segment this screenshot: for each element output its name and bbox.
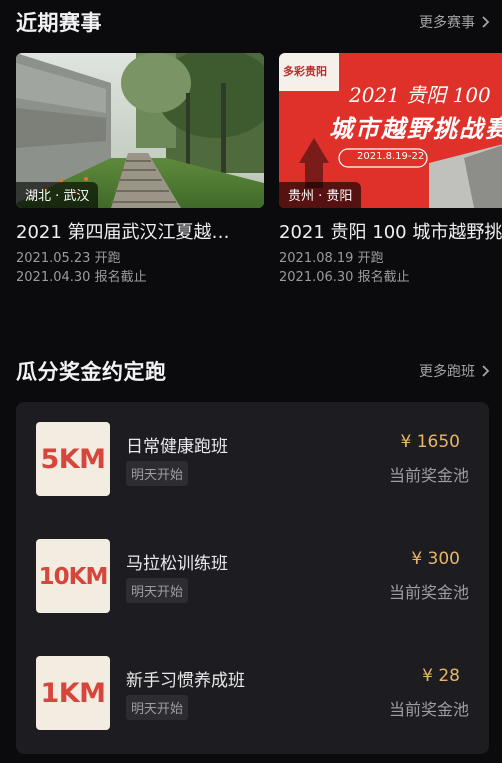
prize-amount: ¥ 28 — [422, 666, 460, 686]
prize-pool-label: 当前奖金池 — [388, 466, 469, 485]
prize-pool-label: 当前奖金池 — [388, 583, 469, 602]
races-section-header: 近期赛事 更多赛事 — [16, 7, 490, 37]
plan-start-tag: 明天开始 — [126, 461, 189, 486]
race-start-date: 2021.05.23 开跑 — [16, 251, 121, 266]
plans-panel: 5KM 日常健康跑班 明天开始 ¥ 1650 当前奖金池 10KM 马拉松训练班… — [16, 402, 489, 754]
race-card[interactable]: 湖北 · 武汉 2021 第四届武汉江夏越… 2021.05.23 开跑 202… — [16, 53, 264, 287]
poster-subline: 城市越野挑战赛 — [329, 114, 502, 143]
location-tag: 贵州 · 贵阳 — [279, 182, 362, 208]
distance-badge: 1KM — [36, 656, 110, 730]
plans-section-title: 瓜分奖金约定跑 — [16, 360, 167, 384]
race-signup-deadline: 2021.06.30 报名截止 — [279, 270, 410, 285]
race-photo: 湖北 · 武汉 — [16, 53, 264, 208]
distance-badge: 10KM — [36, 539, 110, 613]
more-plans-label: 更多跑班 — [419, 364, 475, 380]
race-carousel[interactable]: 湖北 · 武汉 2021 第四届武汉江夏越… 2021.05.23 开跑 202… — [16, 53, 502, 293]
location-tag: 湖北 · 武汉 — [16, 182, 99, 208]
prize-pool-label: 当前奖金池 — [388, 700, 469, 719]
plan-name: 日常健康跑班 — [126, 437, 228, 457]
plan-name: 新手习惯养成班 — [126, 671, 245, 691]
poster-date: 2021.8.19-22 — [357, 151, 425, 162]
races-section-title: 近期赛事 — [16, 11, 102, 35]
race-signup-deadline: 2021.04.30 报名截止 — [16, 270, 147, 285]
prize-amount: ¥ 1650 — [400, 432, 460, 452]
race-poster: 多彩贵阳 2021 贵阳 100 城市越野挑战赛 2021.8.19-22 贵州… — [279, 53, 502, 208]
more-plans-link[interactable]: 更多跑班 — [419, 361, 490, 381]
plan-row[interactable]: 5KM 日常健康跑班 明天开始 ¥ 1650 当前奖金池 — [36, 422, 469, 496]
plan-start-tag: 明天开始 — [126, 695, 189, 720]
chevron-right-icon — [482, 365, 490, 377]
distance-label: 10KM — [38, 564, 109, 590]
poster-corner-text: 多彩贵阳 — [283, 65, 327, 78]
distance-badge: 5KM — [36, 422, 110, 496]
distance-label: 1KM — [40, 678, 106, 709]
more-races-link[interactable]: 更多赛事 — [419, 12, 490, 32]
chevron-right-icon — [482, 16, 490, 28]
race-card[interactable]: 多彩贵阳 2021 贵阳 100 城市越野挑战赛 2021.8.19-22 贵州… — [279, 53, 502, 287]
plan-start-tag: 明天开始 — [126, 578, 189, 603]
poster-headline: 2021 贵阳 100 — [349, 83, 491, 107]
distance-label: 5KM — [40, 444, 106, 475]
race-dates: 2021.05.23 开跑 2021.04.30 报名截止 — [16, 249, 264, 287]
race-title: 2021 贵阳 100 城市越野挑 — [279, 222, 502, 243]
more-races-label: 更多赛事 — [419, 15, 475, 31]
race-title: 2021 第四届武汉江夏越… — [16, 222, 230, 243]
plan-name: 马拉松训练班 — [126, 554, 228, 574]
plans-section-header: 瓜分奖金约定跑 更多跑班 — [16, 356, 490, 386]
plan-row[interactable]: 10KM 马拉松训练班 明天开始 ¥ 300 当前奖金池 — [36, 539, 469, 613]
race-dates: 2021.08.19 开跑 2021.06.30 报名截止 — [279, 249, 502, 287]
plan-row[interactable]: 1KM 新手习惯养成班 明天开始 ¥ 28 当前奖金池 — [36, 656, 469, 730]
race-start-date: 2021.08.19 开跑 — [279, 251, 384, 266]
prize-amount: ¥ 300 — [411, 549, 460, 569]
